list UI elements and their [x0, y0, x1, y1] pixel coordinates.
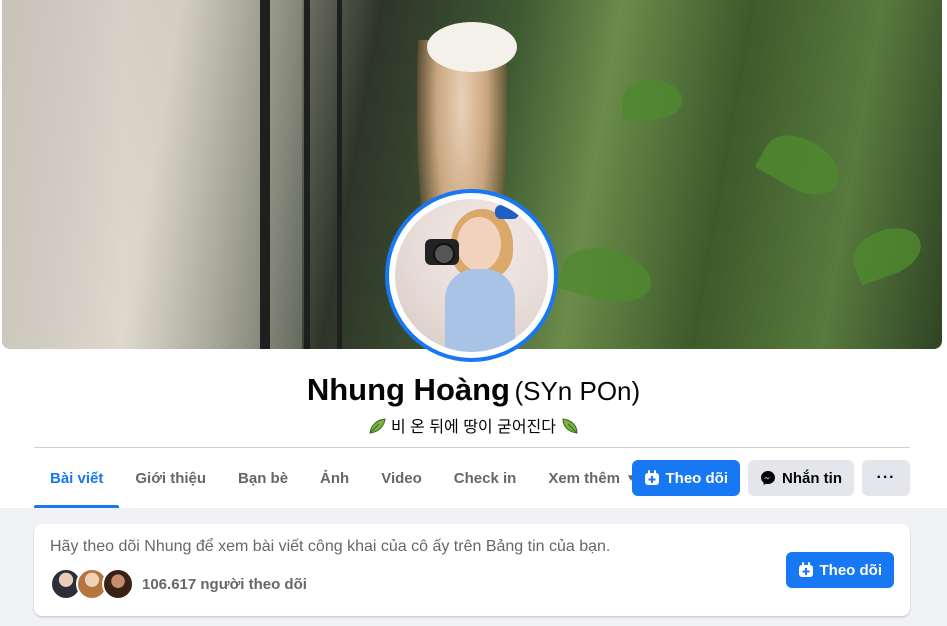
more-dots-icon: ··· — [876, 469, 896, 486]
profile-name-alt: (SYn POn) — [514, 376, 641, 406]
follow-button[interactable]: Theo dõi — [631, 460, 740, 496]
follower-count: 106.617 người theo dõi — [142, 575, 307, 593]
tab-posts[interactable]: Bài viết — [34, 448, 120, 508]
sprout-icon — [368, 418, 386, 434]
cover-foliage — [754, 123, 850, 207]
cover-window-frame — [260, 0, 270, 349]
cover-foliage — [622, 80, 682, 120]
cover-hat — [427, 22, 517, 72]
message-button-label: Nhắn tin — [782, 469, 842, 487]
tab-checkins[interactable]: Check in — [438, 448, 533, 508]
sprout-icon — [562, 418, 578, 434]
profile-bio: 비 온 뒤에 땅이 굳어진다 — [0, 413, 947, 437]
cover-foliage — [557, 239, 657, 311]
profile-actions: Theo dõi Nhắn tin ··· — [631, 460, 910, 496]
tab-friends[interactable]: Bạn bè — [222, 448, 304, 508]
message-button[interactable]: Nhắn tin — [748, 460, 854, 496]
follow-prompt-card: Hãy theo dõi Nhung để xem bài viết công … — [34, 524, 910, 616]
tab-photos[interactable]: Ảnh — [304, 448, 365, 508]
bio-text: 비 온 뒤에 땅이 굳어진다 — [391, 419, 556, 436]
profile-name-main: Nhung Hoàng — [306, 372, 510, 407]
follow-plus-icon — [644, 470, 660, 486]
profile-avatar[interactable] — [385, 189, 558, 362]
tab-about[interactable]: Giới thiệu — [119, 448, 222, 508]
more-button[interactable]: ··· — [862, 460, 910, 496]
follow-plus-icon — [798, 562, 814, 578]
cover-glass-reflection — [2, 0, 302, 349]
follow-button-label: Theo dõi — [665, 469, 729, 487]
profile-tabs: Bài viết Giới thiệu Bạn bè Ảnh Video Che… — [34, 448, 652, 508]
tab-videos[interactable]: Video — [365, 448, 438, 508]
profile-name: Nhung Hoàng (SYn POn) — [0, 372, 947, 408]
feed-area: Hãy theo dõi Nhung để xem bài viết công … — [0, 508, 947, 626]
avatar-photo — [395, 199, 548, 352]
followers-summary[interactable]: 106.617 người theo dõi — [50, 568, 307, 600]
messenger-icon — [760, 470, 776, 486]
tab-more-label: Xem thêm — [548, 469, 621, 487]
cover-window-frame — [304, 0, 310, 349]
cover-window-frame — [337, 0, 342, 349]
cover-foliage — [846, 219, 928, 286]
follower-avatar — [102, 568, 134, 600]
card-follow-button-label: Theo dõi — [819, 561, 883, 579]
card-follow-button[interactable]: Theo dõi — [785, 552, 894, 588]
follow-prompt-text: Hãy theo dõi Nhung để xem bài viết công … — [50, 538, 611, 555]
